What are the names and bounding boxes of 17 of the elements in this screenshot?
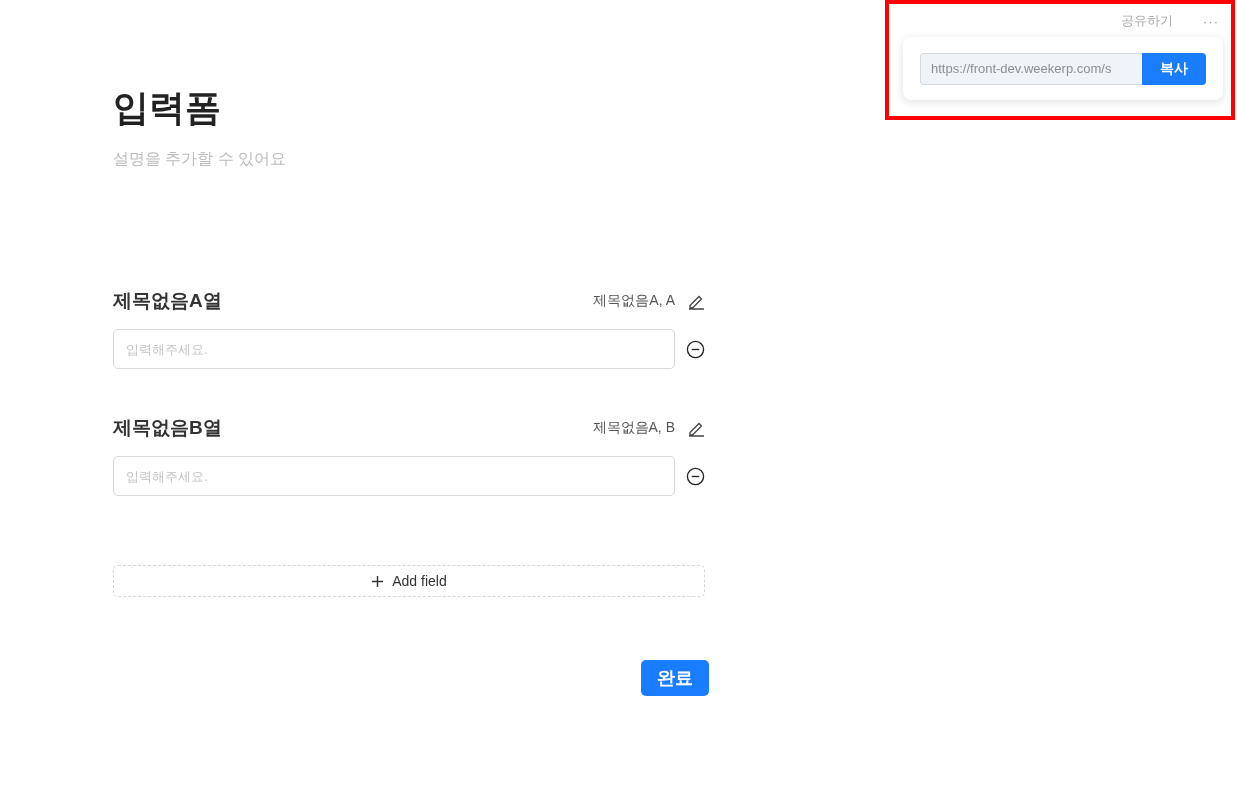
submit-button[interactable]: 완료 — [641, 660, 709, 696]
field-label: 제목없음B열 — [113, 416, 223, 440]
column-reference: 제목없음A, B — [592, 419, 675, 437]
form-description: 설명을 추가할 수 있어요 — [113, 149, 288, 169]
share-link[interactable]: 공유하기 — [1121, 12, 1173, 30]
form-title: 입력폼 — [113, 86, 222, 130]
field-label: 제목없음A열 — [113, 289, 223, 313]
url-field[interactable]: https://front-dev.weekerp.com/s — [920, 52, 1142, 85]
remove-icon[interactable] — [686, 466, 705, 486]
text-input-field[interactable]: 입력해주세요. — [113, 456, 675, 496]
remove-icon[interactable] — [686, 339, 705, 359]
more-menu-button[interactable]: ··· — [1203, 13, 1219, 29]
add-field-button[interactable]: Add field — [113, 565, 705, 597]
plus-icon — [371, 574, 385, 588]
text-input-field[interactable]: 입력해주세요. — [113, 329, 675, 369]
copy-button[interactable]: 복사 — [1142, 52, 1206, 85]
column-reference: 제목없음A, A — [593, 292, 675, 310]
